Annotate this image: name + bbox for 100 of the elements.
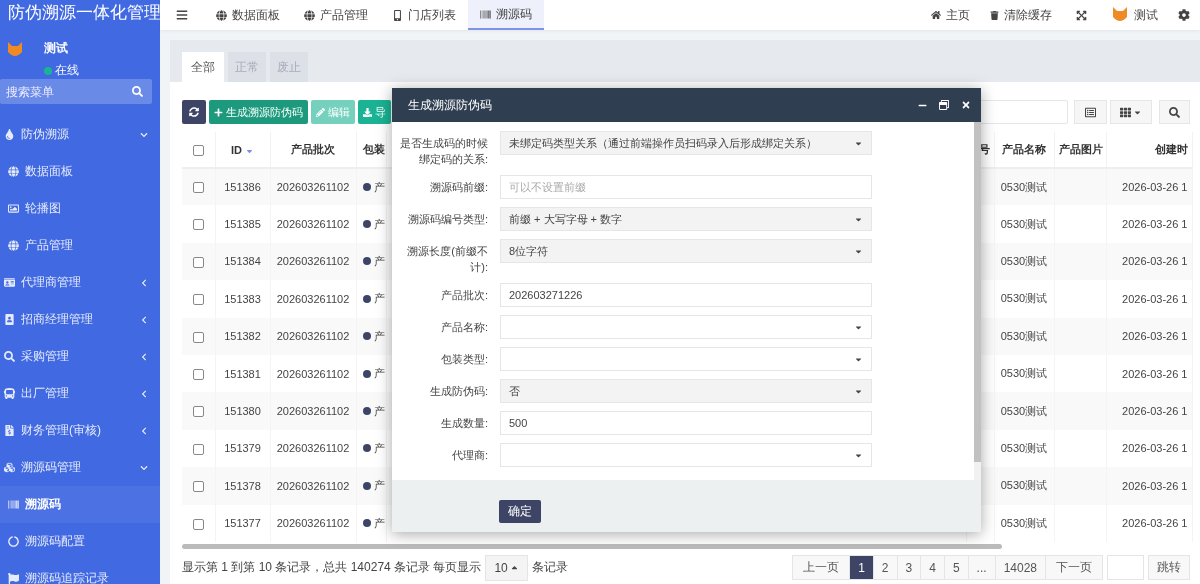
nav-tab[interactable]: 产品管理	[292, 0, 380, 30]
select-field[interactable]	[500, 347, 872, 371]
submenu-item[interactable]: 溯源码追踪记录	[0, 560, 160, 584]
checkbox[interactable]	[192, 182, 204, 194]
globe-icon	[216, 9, 227, 21]
status-dot	[362, 183, 371, 192]
submenu-item[interactable]: 溯源码	[0, 486, 160, 523]
bus-icon	[4, 388, 15, 399]
scrollbar[interactable]	[182, 543, 1002, 549]
page-size-select[interactable]: 10	[485, 554, 528, 581]
column-header[interactable]: 包装	[362, 142, 385, 157]
submenu-item[interactable]: 数据面板	[0, 153, 160, 190]
pencil-icon	[316, 107, 325, 117]
menu-item[interactable]: 招商经理管理	[0, 301, 160, 338]
user-name: 测试	[44, 40, 69, 57]
checkbox[interactable]	[192, 481, 204, 493]
confirm-button[interactable]: 确定	[499, 500, 541, 523]
menu-item[interactable]: 代理商管理	[0, 264, 160, 301]
search-icon	[4, 351, 15, 362]
field-label: 产品名称:	[439, 320, 488, 335]
column-header[interactable]: 产品图片	[1058, 142, 1103, 157]
status-dot	[362, 369, 371, 378]
input-field[interactable]: 500	[500, 411, 872, 435]
columns-button[interactable]	[1110, 100, 1152, 124]
input-field[interactable]: 202603271226	[500, 283, 872, 307]
home-icon	[931, 10, 941, 20]
cubes-icon	[4, 462, 15, 473]
nav-tab[interactable]: 数据面板	[204, 0, 292, 30]
field-label: 溯源码前缀:	[428, 180, 488, 195]
select-field[interactable]	[500, 315, 872, 339]
menu-item[interactable]: 财务管理(审核)	[0, 412, 160, 449]
column-header[interactable]: 号	[978, 142, 990, 157]
table-cell: 产	[373, 440, 385, 456]
page-button[interactable]: ...	[967, 555, 996, 581]
refresh-button[interactable]	[182, 100, 206, 124]
table-cell: 151385	[215, 205, 270, 243]
checkbox[interactable]	[192, 368, 204, 380]
drop-icon	[4, 129, 15, 140]
checkbox[interactable]	[192, 443, 204, 455]
prev-page-button[interactable]: 上一页	[792, 555, 851, 581]
next-page-button[interactable]: 下一页	[1045, 555, 1103, 581]
column-header[interactable]: 产品批次	[291, 142, 335, 157]
checkbox[interactable]	[192, 294, 204, 306]
search-icon	[1169, 106, 1180, 118]
table-cell: 产	[373, 179, 385, 195]
page-button[interactable]: 1	[849, 555, 874, 581]
checkbox[interactable]	[192, 219, 204, 231]
scrollbar[interactable]	[974, 122, 981, 480]
submenu-item[interactable]: 产品管理	[0, 227, 160, 264]
export-button[interactable]	[1074, 100, 1107, 124]
portrait-icon	[4, 314, 15, 325]
jump-button[interactable]: 跳转	[1148, 555, 1190, 581]
records-summary: 显示第 1 到第 10 条记录，总共 140274 条记录 每页显示	[182, 559, 482, 577]
input-field[interactable]: 可以不设置前缀	[500, 175, 872, 199]
submenu-item[interactable]: 溯源码配置	[0, 523, 160, 560]
select-field[interactable]	[500, 443, 872, 467]
page-button[interactable]: 2	[872, 555, 898, 581]
page-button[interactable]: 5	[943, 555, 969, 581]
search-button[interactable]	[1159, 100, 1190, 124]
dialog-title: 生成溯源防伪码	[408, 96, 493, 114]
page-button[interactable]: 14028	[994, 555, 1046, 581]
table-cell: 产	[373, 515, 385, 531]
table-cell: 151378	[215, 467, 270, 505]
chevron-left-icon	[140, 278, 148, 287]
table-cell: 0530测试	[994, 317, 1054, 355]
nav-tab[interactable]: 门店列表	[380, 0, 468, 30]
checkbox[interactable]	[192, 331, 204, 343]
field-label: 产品批次:	[439, 288, 488, 303]
menu-item[interactable]: 采购管理	[0, 338, 160, 375]
table-cell: 产	[373, 291, 385, 307]
field-label: 代理商:	[450, 448, 488, 463]
menu-item[interactable]: 溯源码管理	[0, 449, 160, 486]
menu-item[interactable]: 出厂管理	[0, 375, 160, 412]
table-cell: 151377	[215, 504, 270, 542]
nav-tab[interactable]: 溯源码	[468, 0, 544, 30]
table-cell: 0530测试	[994, 280, 1054, 318]
checkbox[interactable]	[192, 518, 204, 530]
close-button[interactable]	[961, 100, 971, 110]
maximize-button[interactable]	[939, 100, 949, 110]
submenu-item[interactable]: 轮播图	[0, 190, 160, 227]
checkbox[interactable]	[192, 144, 204, 156]
page-button[interactable]: 4	[920, 555, 945, 581]
field-label: 溯源码编号类型:	[406, 212, 488, 227]
table-cell: 产	[373, 328, 385, 344]
flag-icon	[8, 573, 19, 584]
column-header[interactable]: 产品名称	[1002, 142, 1046, 157]
toolbar-button[interactable]: 生成溯源防伪码	[209, 100, 308, 124]
menu-item[interactable]: 防伪溯源	[0, 116, 160, 153]
nav-link[interactable]: 清除缓存	[980, 0, 1062, 30]
chevron-left-icon	[140, 352, 148, 361]
nav-link[interactable]: 主页	[921, 0, 980, 30]
records-label: 条记录	[531, 559, 568, 577]
column-header[interactable]: ID	[231, 143, 242, 156]
page-input[interactable]	[1107, 555, 1144, 581]
user-menu[interactable]: 测试	[1101, 0, 1168, 30]
checkbox[interactable]	[192, 256, 204, 268]
table-cell: 202603261102	[270, 280, 356, 318]
column-header[interactable]: 创建时	[1154, 142, 1188, 157]
filter-tab[interactable]: 全部	[182, 52, 224, 82]
checkbox[interactable]	[192, 406, 204, 418]
